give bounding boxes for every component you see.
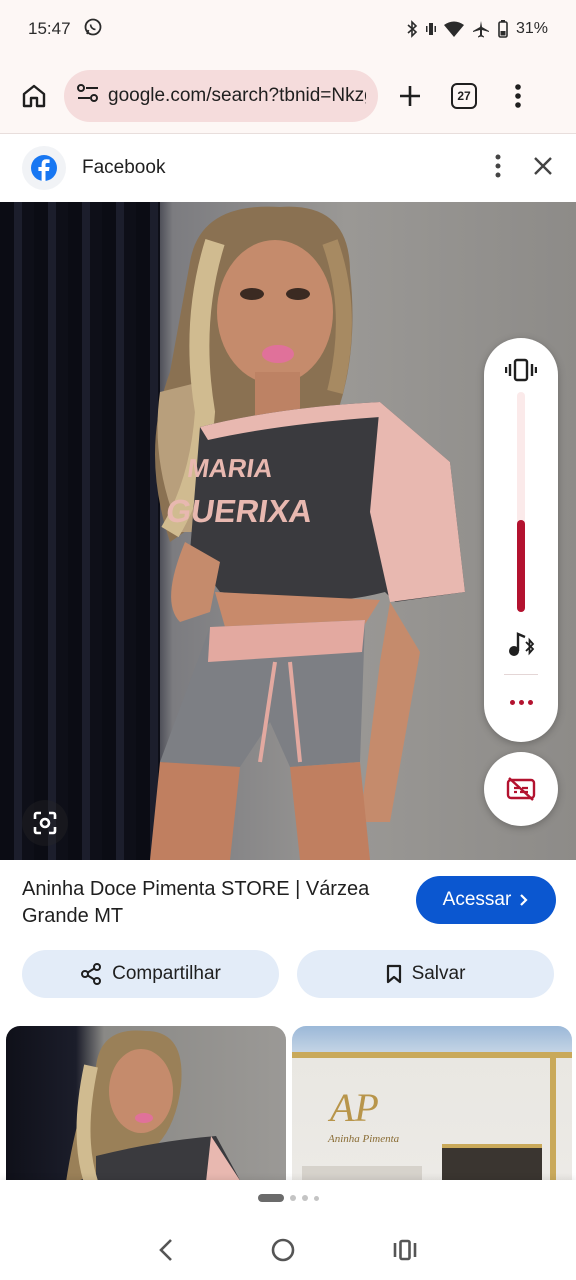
home-circle-icon [271,1238,295,1261]
battery-level: 31% [515,20,548,37]
browser-menu-button[interactable] [498,76,538,116]
volume-slider-fill [517,519,525,612]
more-vert-icon [495,154,501,177]
ringer-vibrate-button[interactable] [484,348,558,392]
lens-icon [33,811,57,835]
chevron-right-icon [520,894,528,906]
bottom-sheet [0,1180,576,1280]
url-bar[interactable]: google.com/search?tbnid=Nkzgu [64,69,378,122]
volume-divider [504,674,538,675]
plus-icon [400,85,420,106]
system-navbar [0,1224,576,1280]
bluetooth-icon [406,20,418,38]
share-icon [81,963,102,985]
close-icon [534,156,552,175]
airplane-icon [472,20,490,38]
related-image-1-illustration [66,1030,241,1182]
volume-more-button[interactable] [484,690,558,714]
status-bar: 15:47 31% [0,0,576,58]
caption-off-icon [506,777,536,801]
media-volume-button[interactable] [484,624,558,664]
facebook-icon [31,155,57,181]
new-tab-button[interactable] [390,76,430,116]
recents-button[interactable] [392,1239,418,1266]
related-image-2-illustration: AP Aninha Pimenta [292,1052,572,1182]
volume-slider[interactable] [517,392,525,612]
home-nav-button[interactable] [270,1237,296,1268]
page-dot [313,1195,319,1201]
share-button[interactable]: Compartilhar [22,950,279,998]
page-indicator [0,1194,576,1202]
store-logo: AP [327,1085,379,1130]
tab-count: 27 [451,82,477,109]
shirt-text-line2: GUERIXA [164,493,315,529]
clock: 15:47 [28,19,71,38]
site-settings-icon[interactable] [76,82,100,109]
url-text[interactable]: google.com/search?tbnid=Nkzgu [108,85,366,107]
live-caption-button[interactable] [484,752,558,826]
close-button[interactable] [532,155,554,182]
result-title[interactable]: Aninha Doce Pimenta STORE | Várzea Grand… [22,876,402,930]
related-images: AP Aninha Pimenta [6,1026,572,1182]
home-button[interactable] [14,76,54,116]
page-dot [289,1195,296,1201]
bookmark-icon [386,964,401,984]
battery-icon [498,20,508,38]
share-label: Compartilhar [112,963,221,984]
volume-panel[interactable] [484,338,558,742]
wifi-icon [443,21,464,37]
source-name[interactable]: Facebook [82,157,165,179]
visit-button[interactable]: Acessar [416,876,556,924]
recents-icon [393,1239,417,1260]
person-illustration: MARIA GUERIXA [150,206,465,860]
result-info: Aninha Doce Pimenta STORE | Várzea Grand… [0,860,576,1182]
related-image-2[interactable]: AP Aninha Pimenta [292,1026,572,1182]
shirt-text-line1: MARIA [186,453,275,483]
vibrate-icon [425,21,436,37]
main-image[interactable]: MARIA GUERIXA [0,202,576,860]
facebook-logo [22,146,66,190]
more-vert-icon [515,83,521,108]
page-dot [301,1195,308,1201]
back-icon [159,1238,172,1261]
page-dot-active [257,1194,284,1202]
save-button[interactable]: Salvar [297,950,554,998]
whatsapp-icon [83,17,103,42]
back-button[interactable] [158,1237,174,1268]
tab-switcher-button[interactable]: 27 [444,76,484,116]
save-label: Salvar [411,963,466,984]
store-name: Aninha Pimenta [327,1133,400,1145]
google-lens-button[interactable] [22,800,68,846]
more-options-button[interactable] [494,153,502,184]
vibrate-icon [505,358,537,382]
source-header: Facebook [0,134,576,202]
related-image-1[interactable] [6,1026,286,1182]
visit-label: Acessar [442,889,512,910]
browser-toolbar: google.com/search?tbnid=Nkzgu 27 [0,58,576,134]
home-icon [22,84,46,107]
music-bluetooth-icon [509,632,535,656]
